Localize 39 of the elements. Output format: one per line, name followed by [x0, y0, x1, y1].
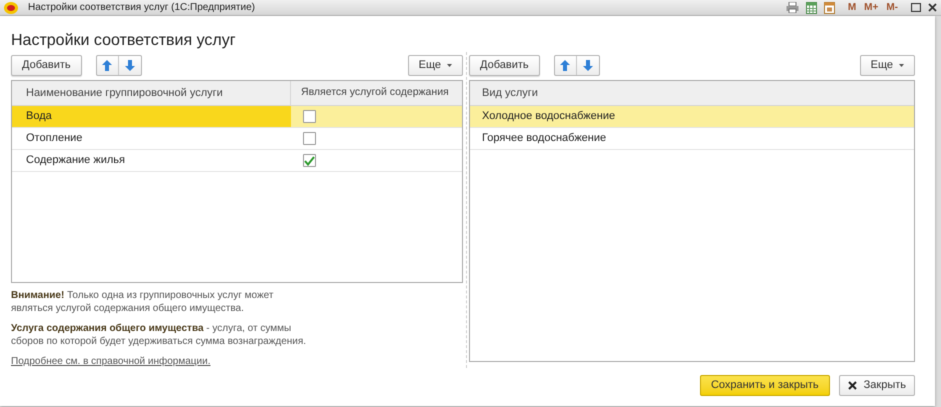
table-row[interactable]: Холодное водоснабжение [470, 106, 914, 128]
service-name-cell: Вода [12, 106, 291, 127]
arrow-down-icon [124, 60, 135, 70]
arrow-up-icon [102, 60, 112, 70]
memory-button[interactable]: M- [886, 0, 898, 15]
table-row[interactable]: Вода [12, 106, 462, 128]
window-title: Настройки соответствия услуг (1С:Предприятие) [28, 1, 255, 15]
service-name-cell-text: Отопление [25, 131, 84, 146]
arrow-down-icon [582, 60, 593, 70]
printer-icon[interactable] [786, 2, 799, 13]
add-button[interactable]: Добавить [11, 54, 82, 76]
caret-icon [899, 64, 904, 66]
add-button[interactable]: Добавить [469, 54, 540, 76]
app-logo-icon [4, 2, 18, 14]
note-text: Услуга содержания общего имущества - услуга, от суммы сборов по которой будет удерживаться сумма вознаграждения. [11, 322, 308, 348]
checkmark-icon [304, 156, 315, 166]
spreadsheet-icon[interactable] [806, 2, 817, 14]
memory-button[interactable]: M [848, 0, 856, 15]
column-header: Является услугой содержания [300, 85, 450, 100]
column-header: Наименование группировочной услуги [12, 81, 291, 105]
checkbox[interactable] [303, 110, 316, 123]
more-button[interactable]: Еще [408, 54, 463, 76]
caret-icon [447, 64, 452, 66]
help-link[interactable]: Подробнее см. в справочной информации. [11, 355, 210, 368]
more-button[interactable]: Еще [860, 54, 915, 76]
close-icon[interactable] [928, 3, 937, 12]
column-header: Вид услуги [481, 86, 539, 101]
service-name-cell-text: Содержание жилья [25, 153, 126, 168]
note-text: Внимание! Только одна из группировочных услуг может являться услугой содержания общего имущества. [11, 289, 274, 315]
arrow-up-icon [560, 60, 570, 70]
maximize-icon[interactable] [911, 3, 921, 12]
checkbox[interactable] [303, 154, 316, 167]
form-heading: Настройки соответствия услуг [11, 33, 236, 49]
calendar-icon[interactable] [824, 2, 835, 14]
save-and-close-button[interactable]: Сохранить и закрыть [700, 375, 830, 396]
close-button[interactable]: Закрыть [838, 375, 915, 396]
checkbox[interactable] [303, 132, 316, 145]
close-icon [848, 381, 857, 390]
memory-button[interactable]: M+ [864, 0, 878, 15]
